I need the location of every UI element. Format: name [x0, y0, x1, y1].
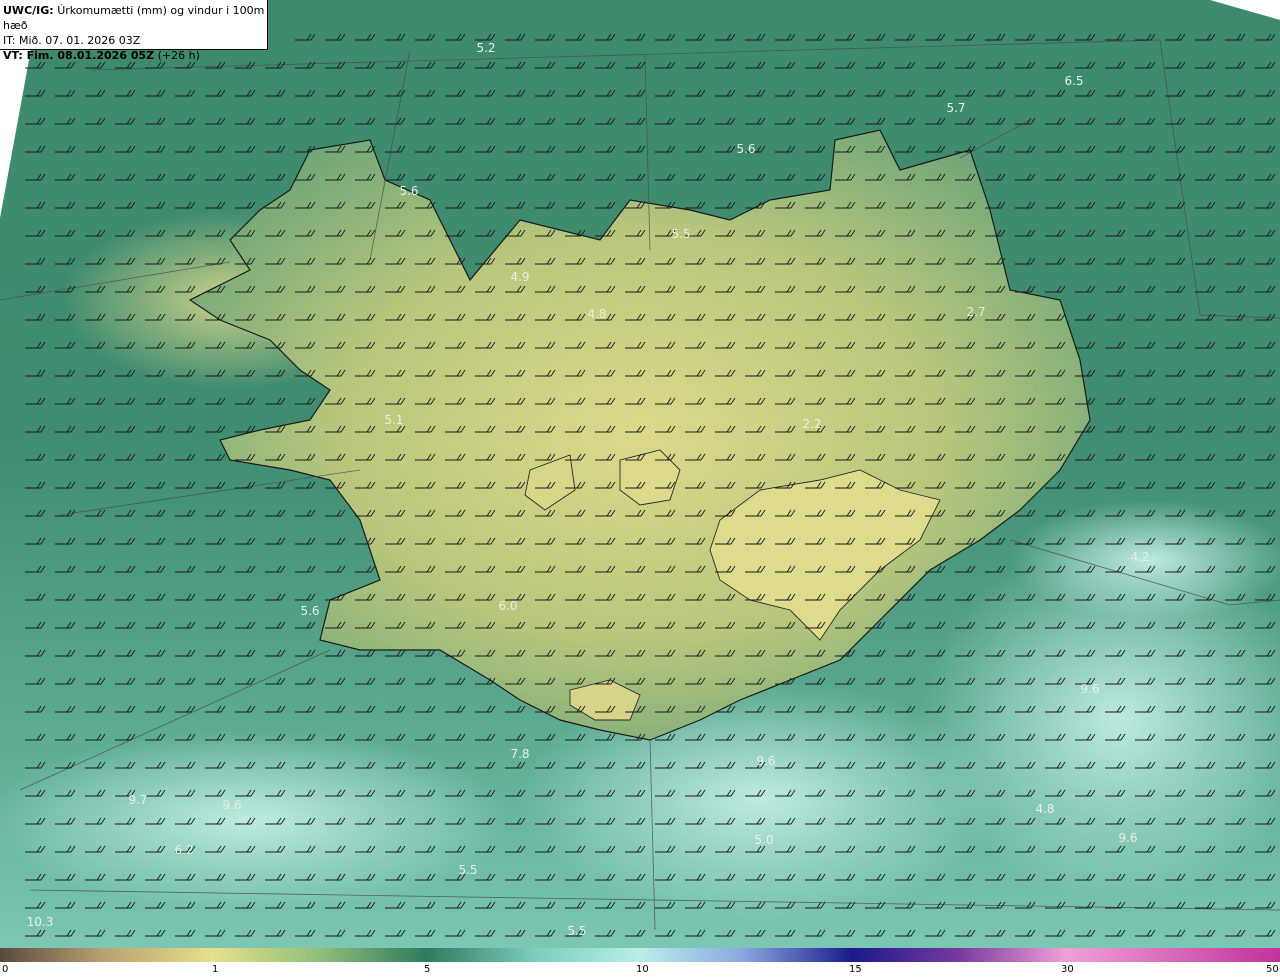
- map-value-label: 4.8: [587, 307, 607, 321]
- map-value-label: 5.2: [476, 41, 496, 55]
- map-value-label: 6.0: [498, 599, 518, 613]
- map-value-label: 9.6: [1118, 831, 1138, 845]
- map-value-label: 5.5: [671, 227, 691, 241]
- map-value-label: 5.6: [736, 142, 756, 156]
- map-value-label: 5.0: [754, 833, 774, 847]
- forecast-offset: (+26 h): [157, 49, 200, 62]
- map-value-label: 5.7: [946, 101, 966, 115]
- map-value-label: 9.6: [222, 798, 242, 812]
- map-value-label: 2.2: [802, 417, 822, 431]
- map-value-label: 5.6: [399, 184, 419, 198]
- map-value-label: 5.5: [458, 863, 478, 877]
- map-value-label: 9.6: [756, 754, 776, 768]
- map-value-label: 9.6: [1080, 682, 1100, 696]
- colorbar-tick: 15: [849, 964, 862, 975]
- map-value-label: 7.8: [510, 747, 530, 761]
- map-value-label: 5.1: [384, 413, 404, 427]
- forecast-map: [0, 0, 1280, 948]
- colorbar-ticks: 0 1 5 10 15 30 50: [0, 962, 1280, 978]
- map-value-label: 6.2: [174, 843, 194, 857]
- map-value-label: 9.7: [128, 793, 148, 807]
- colorbar-tick: 5: [424, 964, 431, 975]
- colorbar: [0, 948, 1280, 962]
- colorbar-tick: 1: [212, 964, 219, 975]
- map-value-label: 4.9: [510, 270, 530, 284]
- map-value-label: 4.2: [1130, 550, 1150, 564]
- map-value-label: 10.3: [26, 915, 54, 929]
- map-value-label: 2.7: [966, 305, 986, 319]
- colorbar-tick: 0: [2, 964, 9, 975]
- map-value-label: 5.5: [567, 924, 587, 938]
- init-time: IT: Mið. 07. 01. 2026 03Z: [3, 34, 141, 47]
- forecast-info-box: UWC/IG: Úrkomumætti (mm) og vindur i 100…: [0, 0, 268, 62]
- map-value-label: 4.8: [1035, 802, 1055, 816]
- colorbar-tick: 50: [1266, 964, 1279, 975]
- model-name: UWC/IG:: [3, 4, 54, 17]
- map-value-label: 5.6: [300, 604, 320, 618]
- valid-time: VT: Fim. 08.01.2026 05Z: [3, 49, 155, 62]
- map-value-label: 6.5: [1064, 74, 1084, 88]
- colorbar-tick: 10: [636, 964, 649, 975]
- colorbar-tick: 30: [1061, 964, 1074, 975]
